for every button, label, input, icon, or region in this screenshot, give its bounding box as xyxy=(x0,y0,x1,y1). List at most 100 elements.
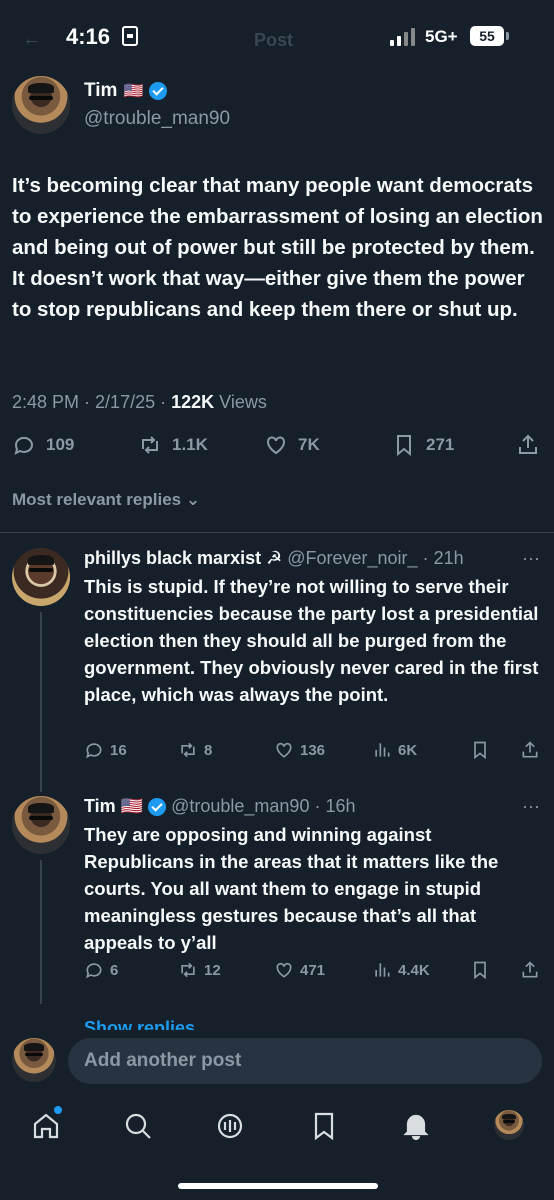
repost-button[interactable]: 12 xyxy=(178,960,221,980)
verified-badge-icon xyxy=(149,82,168,100)
profile-avatar[interactable] xyxy=(494,1110,524,1140)
repost-count: 8 xyxy=(204,741,213,759)
reply-count: 6 xyxy=(110,961,119,979)
like-count: 7K xyxy=(298,435,320,454)
share-button[interactable] xyxy=(516,433,540,457)
reply-icon xyxy=(86,743,102,759)
post-meta: 2:48 PM · 2/17/25 · 122K Views xyxy=(12,392,267,412)
views-label: Views xyxy=(219,392,267,412)
reply-count: 16 xyxy=(110,741,127,759)
reply-avatar[interactable] xyxy=(12,796,70,854)
reply-header: phillys black marxist ☭ @Forever_noir_ ·… xyxy=(84,548,464,569)
bookmark-icon[interactable] xyxy=(308,1110,340,1142)
author-handle[interactable]: @trouble_man90 xyxy=(84,108,230,130)
author-name-row[interactable]: Tim 🇺🇸 xyxy=(84,80,168,102)
status-bar: ← Post 4:16 5G+ 55 xyxy=(0,0,554,80)
views-icon xyxy=(375,743,390,757)
reply-text: They are opposing and winning against Re… xyxy=(84,824,499,953)
bookmark-icon xyxy=(474,741,486,760)
post-text: It’s becoming clear that many people wan… xyxy=(12,174,543,321)
reply-button[interactable]: 6 xyxy=(84,960,118,980)
new-posts-indicator xyxy=(54,1106,62,1114)
reply-count: 109 xyxy=(46,435,75,454)
status-time: 4:16 xyxy=(66,24,111,49)
grok-icon[interactable] xyxy=(214,1110,246,1142)
repost-icon xyxy=(181,962,195,978)
reply-author-name[interactable]: Tim 🇺🇸 xyxy=(84,796,143,817)
author-avatar[interactable] xyxy=(12,76,70,134)
reply-button[interactable]: 109 xyxy=(12,433,74,457)
verified-badge-icon xyxy=(148,797,167,816)
repost-icon xyxy=(181,742,195,758)
reply-time: 21h xyxy=(433,548,464,568)
divider xyxy=(0,532,554,533)
post-actions: 109 1.1K 7K 271 xyxy=(12,433,542,463)
composer-avatar xyxy=(12,1038,56,1082)
heart-icon xyxy=(276,962,292,978)
like-button[interactable]: 136 xyxy=(274,740,325,760)
views-icon xyxy=(375,963,390,977)
bookmark-count: 271 xyxy=(426,435,455,454)
search-icon[interactable] xyxy=(122,1110,154,1142)
replies-sort-dropdown[interactable]: Most relevant replies ⌄ xyxy=(12,490,200,510)
reply-time: 16h xyxy=(325,796,356,816)
flag-icon: 🇺🇸 xyxy=(123,83,144,100)
reply-actions: 16 8 136 6K xyxy=(84,740,544,766)
lock-icon xyxy=(122,26,138,46)
reply-composer-input[interactable]: Add another post xyxy=(68,1038,542,1084)
repost-button[interactable]: 1.1K xyxy=(138,433,208,457)
bookmark-button[interactable] xyxy=(470,740,490,760)
bookmark-icon xyxy=(397,435,411,457)
post-date: 2/17/25 xyxy=(95,392,156,412)
reply-actions: 6 12 471 4.4K xyxy=(84,960,544,986)
author-name: Tim xyxy=(84,80,118,101)
notifications-icon[interactable] xyxy=(400,1110,432,1142)
views-count: 6K xyxy=(398,741,418,759)
replies-sort-label: Most relevant replies xyxy=(12,490,182,509)
share-icon xyxy=(522,961,538,978)
repost-icon xyxy=(142,436,158,454)
bookmark-button[interactable] xyxy=(470,960,490,980)
thread-line xyxy=(40,612,42,792)
more-options-icon[interactable]: ··· xyxy=(522,796,540,817)
reply-header: Tim 🇺🇸 @trouble_man90 · 16h xyxy=(84,796,356,817)
like-count: 136 xyxy=(300,741,326,759)
home-icon[interactable] xyxy=(30,1110,62,1142)
bookmark-button[interactable]: 271 xyxy=(392,433,454,457)
repost-count: 12 xyxy=(204,961,221,979)
heart-icon xyxy=(267,436,285,455)
back-arrow-icon[interactable]: ← xyxy=(22,28,42,51)
post-time: 2:48 PM xyxy=(12,392,80,412)
share-button[interactable] xyxy=(520,740,540,760)
reply-avatar[interactable] xyxy=(12,548,70,606)
reply-text: This is stupid. If they’re not willing t… xyxy=(84,576,539,705)
like-button[interactable]: 7K xyxy=(264,433,320,457)
reply-icon xyxy=(86,963,102,979)
reply-button[interactable]: 16 xyxy=(84,740,127,760)
more-options-icon[interactable]: ··· xyxy=(522,548,540,569)
reply-author-handle[interactable]: @Forever_noir_ xyxy=(287,548,417,569)
signal-icon xyxy=(390,28,415,46)
thread-line xyxy=(40,860,42,1004)
like-count: 471 xyxy=(300,961,326,979)
battery-level: 55 xyxy=(470,26,504,46)
share-icon xyxy=(522,741,538,758)
show-replies-link[interactable]: Show replies xyxy=(84,1018,195,1030)
views-button[interactable]: 4.4K xyxy=(372,960,430,980)
views-button[interactable]: 6K xyxy=(372,740,417,760)
share-icon xyxy=(519,434,537,454)
reply-author-name[interactable]: phillys black marxist ☭ xyxy=(84,548,282,569)
repost-count: 1.1K xyxy=(172,435,208,454)
network-type: 5G+ xyxy=(425,27,458,46)
reply-icon xyxy=(14,436,33,455)
heart-icon xyxy=(276,742,292,758)
views-count: 4.4K xyxy=(398,961,430,979)
reply-author-handle[interactable]: @trouble_man90 xyxy=(171,796,309,817)
bookmark-icon xyxy=(474,961,486,980)
like-button[interactable]: 471 xyxy=(274,960,325,980)
views-count: 122K xyxy=(171,392,215,412)
repost-button[interactable]: 8 xyxy=(178,740,212,760)
share-button[interactable] xyxy=(520,960,540,980)
battery-tip xyxy=(506,32,509,40)
chevron-down-icon: ⌄ xyxy=(185,490,201,509)
